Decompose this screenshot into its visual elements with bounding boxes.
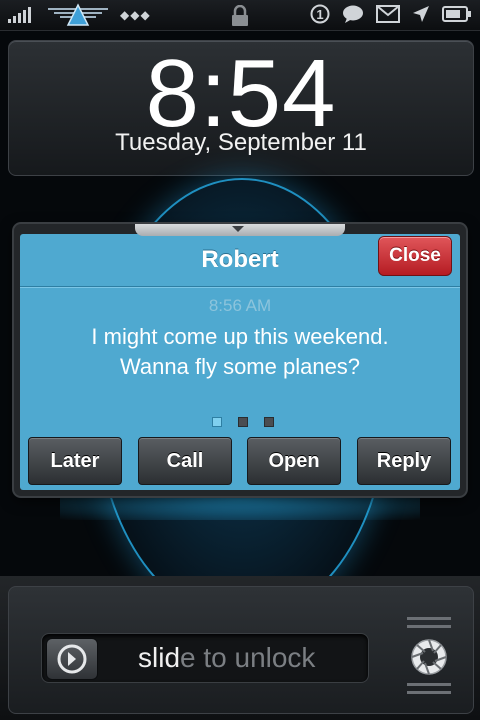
unlock-panel: slide to unlock bbox=[8, 586, 474, 714]
close-button[interactable]: Close bbox=[378, 236, 452, 276]
notification-body: Robert Close 8:56 AM I might come up thi… bbox=[20, 234, 460, 490]
clock-panel: 8:54 Tuesday, September 11 bbox=[8, 40, 474, 176]
arrow-right-icon bbox=[57, 644, 87, 674]
message-text: I might come up this weekend. Wanna fly … bbox=[40, 322, 440, 382]
message-line: I might come up this weekend. bbox=[91, 324, 389, 349]
camera-grabber[interactable] bbox=[407, 617, 451, 697]
message-line: Wanna fly some planes? bbox=[119, 354, 361, 379]
reply-button[interactable]: Reply bbox=[357, 437, 451, 485]
message-timestamp: 8:56 AM bbox=[208, 296, 272, 315]
page-dot[interactable] bbox=[238, 417, 248, 427]
camera-icon bbox=[411, 639, 447, 675]
page-indicator[interactable] bbox=[212, 417, 274, 427]
mail-icon bbox=[376, 5, 400, 23]
page-dot[interactable] bbox=[212, 417, 222, 427]
pull-tab-handle[interactable] bbox=[135, 224, 345, 236]
call-button[interactable]: Call bbox=[138, 437, 232, 485]
open-button[interactable]: Open bbox=[247, 437, 341, 485]
chat-bubble-icon bbox=[343, 5, 363, 23]
lock-icon bbox=[232, 5, 248, 26]
location-arrow-icon bbox=[413, 6, 429, 22]
chevron-down-icon bbox=[232, 226, 244, 232]
clock-date: Tuesday, September 11 bbox=[115, 129, 367, 156]
badge-icon: 1 bbox=[310, 4, 330, 24]
unlock-bar: slide to unlock bbox=[0, 576, 480, 720]
battery-icon bbox=[442, 6, 471, 22]
action-buttons: Later Call Open Reply bbox=[28, 437, 456, 487]
unlock-slider-track[interactable]: slide to unlock bbox=[41, 633, 369, 683]
notification-popup: Robert Close 8:56 AM I might come up thi… bbox=[14, 224, 466, 496]
svg-text:1: 1 bbox=[316, 7, 323, 22]
signal-bars-icon bbox=[8, 7, 31, 23]
app-logo-icon bbox=[48, 3, 108, 26]
later-button[interactable]: Later bbox=[28, 437, 122, 485]
status-bar: ◆◆◆ 1 bbox=[0, 0, 480, 31]
slide-to-unlock-label: slide to unlock bbox=[138, 642, 316, 673]
unlock-slider-knob[interactable] bbox=[46, 638, 98, 680]
page-dot[interactable] bbox=[264, 417, 274, 427]
dots-icon: ◆◆◆ bbox=[120, 8, 151, 22]
